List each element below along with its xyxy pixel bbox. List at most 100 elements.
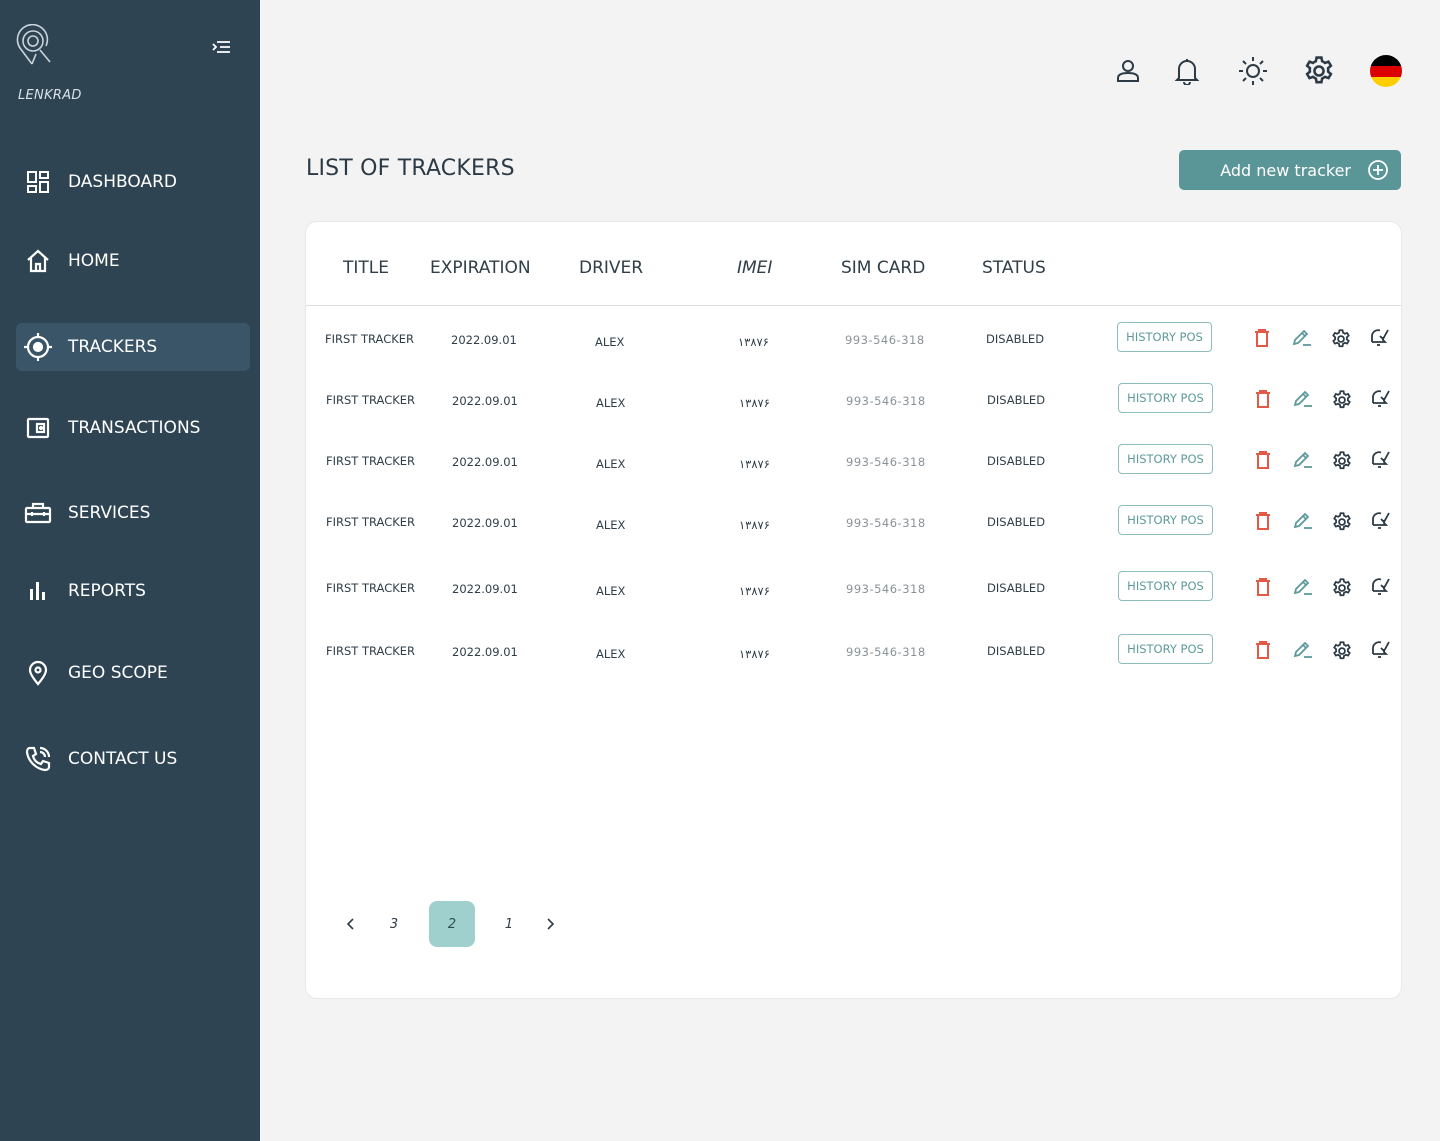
- cell-expiration: 2022.09.01: [452, 394, 518, 408]
- table-header: TITLE EXPIRATION DRIVER IMEI SIM CARD ST…: [306, 222, 1401, 306]
- sidebar-item-label: TRANSACTIONS: [68, 418, 201, 438]
- settings-icon[interactable]: [1330, 576, 1354, 600]
- edit-icon[interactable]: [1291, 575, 1315, 599]
- bell-check-icon[interactable]: [1368, 637, 1392, 661]
- delete-icon[interactable]: [1251, 448, 1275, 472]
- settings-icon[interactable]: [1329, 327, 1353, 351]
- sidebar-item-label: TRACKERS: [68, 337, 158, 357]
- cell-imei: ۱۳۸۷۶: [739, 396, 770, 410]
- menu-collapse-icon[interactable]: [210, 36, 234, 58]
- pagination-next-button[interactable]: [540, 901, 560, 947]
- edit-icon[interactable]: [1291, 509, 1315, 533]
- dashboard-icon: [18, 162, 58, 202]
- column-header-driver: DRIVER: [579, 258, 644, 278]
- history-pos-button[interactable]: HISTORY POS: [1118, 634, 1213, 664]
- settings-icon[interactable]: [1330, 449, 1354, 473]
- sidebar-item-transactions[interactable]: TRANSACTIONS: [16, 404, 250, 452]
- cell-status: DISABLED: [987, 644, 1046, 658]
- history-pos-button[interactable]: HISTORY POS: [1118, 444, 1213, 474]
- sidebar-item-dashboard[interactable]: DASHBOARD: [16, 158, 250, 206]
- pagination-page[interactable]: 1: [499, 901, 519, 947]
- cell-status: DISABLED: [987, 581, 1046, 595]
- table-row: FIRST TRACKER 2022.09.01 ALEX ۱۳۸۷۶ 993-546-…: [306, 322, 1401, 372]
- history-pos-button[interactable]: HISTORY POS: [1118, 571, 1213, 601]
- settings-gear-icon[interactable]: [1300, 52, 1338, 90]
- bell-check-icon[interactable]: [1367, 325, 1391, 349]
- edit-icon[interactable]: [1291, 448, 1315, 472]
- plus-circle-icon: [1368, 160, 1388, 180]
- sidebar-item-geo-scope[interactable]: GEO SCOPE: [16, 649, 250, 697]
- cell-expiration: 2022.09.01: [452, 582, 518, 596]
- delete-icon[interactable]: [1250, 326, 1274, 350]
- cell-driver: ALEX: [596, 396, 626, 410]
- cell-title: FIRST TRACKER: [326, 644, 416, 658]
- bell-check-icon[interactable]: [1368, 447, 1392, 471]
- sun-icon[interactable]: [1234, 52, 1272, 90]
- column-header-status: STATUS: [982, 258, 1046, 278]
- settings-icon[interactable]: [1330, 639, 1354, 663]
- cell-expiration: 2022.09.01: [451, 333, 517, 347]
- cell-driver: ALEX: [595, 335, 625, 349]
- logo-icon: [14, 23, 58, 68]
- home-icon: [18, 241, 58, 281]
- bell-icon[interactable]: [1168, 52, 1206, 90]
- cell-sim-card: 993-546-318: [846, 394, 926, 408]
- cell-title: FIRST TRACKER: [326, 393, 416, 407]
- cell-expiration: 2022.09.01: [452, 645, 518, 659]
- toolbox-icon: [18, 493, 58, 533]
- trackers-table-card: TITLE EXPIRATION DRIVER IMEI SIM CARD ST…: [305, 221, 1402, 999]
- edit-icon[interactable]: [1291, 638, 1315, 662]
- cell-status: DISABLED: [986, 332, 1045, 346]
- delete-icon[interactable]: [1251, 509, 1275, 533]
- delete-icon[interactable]: [1251, 387, 1275, 411]
- settings-icon[interactable]: [1330, 388, 1354, 412]
- table-row: FIRST TRACKER 2022.09.01 ALEX ۱۳۸۷۶ 993-546-…: [306, 383, 1401, 433]
- wallet-icon: [18, 408, 58, 448]
- delete-icon[interactable]: [1251, 575, 1275, 599]
- pagination-page[interactable]: 3: [384, 901, 404, 947]
- sidebar-item-home[interactable]: HOME: [16, 237, 250, 285]
- sidebar-item-services[interactable]: SERVICES: [16, 489, 250, 537]
- column-header-sim-card: SIM CARD: [841, 258, 926, 278]
- sidebar-item-label: SERVICES: [68, 503, 151, 523]
- pagination-prev-button[interactable]: [341, 901, 361, 947]
- cell-driver: ALEX: [596, 647, 626, 661]
- sidebar: LENKRAD DASHBOARD HOME TRACKERS TRANSACT…: [0, 0, 260, 1141]
- cell-status: DISABLED: [987, 454, 1046, 468]
- user-icon[interactable]: [1109, 52, 1147, 90]
- chevron-right-icon: [547, 918, 555, 930]
- cell-expiration: 2022.09.01: [452, 455, 518, 469]
- phone-icon: [18, 739, 58, 779]
- cell-title: FIRST TRACKER: [326, 454, 416, 468]
- cell-title: FIRST TRACKER: [326, 581, 416, 595]
- sidebar-item-label: GEO SCOPE: [68, 663, 168, 683]
- edit-icon[interactable]: [1290, 326, 1314, 350]
- brand-name: LENKRAD: [18, 88, 82, 103]
- settings-icon[interactable]: [1330, 510, 1354, 534]
- table-row: FIRST TRACKER 2022.09.01 ALEX ۱۳۸۷۶ 993-546-…: [306, 505, 1401, 555]
- add-new-tracker-button[interactable]: Add new tracker: [1179, 150, 1401, 190]
- cell-imei: ۱۳۸۷۶: [738, 335, 769, 349]
- cell-sim-card: 993-546-318: [846, 516, 926, 530]
- cell-sim-card: 993-546-318: [846, 455, 926, 469]
- cell-imei: ۱۳۸۷۶: [739, 518, 770, 532]
- delete-icon[interactable]: [1251, 638, 1275, 662]
- bell-check-icon[interactable]: [1368, 574, 1392, 598]
- column-header-imei: IMEI: [737, 258, 773, 278]
- cell-title: FIRST TRACKER: [326, 515, 416, 529]
- pagination-page-current[interactable]: 2: [429, 901, 475, 947]
- sidebar-item-contact-us[interactable]: CONTACT US: [16, 735, 250, 783]
- sidebar-item-trackers[interactable]: TRACKERS: [16, 323, 250, 371]
- history-pos-button[interactable]: HISTORY POS: [1118, 505, 1213, 535]
- edit-icon[interactable]: [1291, 387, 1315, 411]
- sidebar-item-reports[interactable]: REPORTS: [16, 567, 250, 615]
- history-pos-button[interactable]: HISTORY POS: [1117, 322, 1212, 352]
- cell-imei: ۱۳۸۷۶: [739, 584, 770, 598]
- bell-check-icon[interactable]: [1368, 508, 1392, 532]
- sidebar-item-label: CONTACT US: [68, 749, 178, 769]
- germany-flag-icon[interactable]: [1367, 52, 1405, 90]
- cell-sim-card: 993-546-318: [846, 582, 926, 596]
- cell-sim-card: 993-546-318: [846, 645, 926, 659]
- bell-check-icon[interactable]: [1368, 386, 1392, 410]
- history-pos-button[interactable]: HISTORY POS: [1118, 383, 1213, 413]
